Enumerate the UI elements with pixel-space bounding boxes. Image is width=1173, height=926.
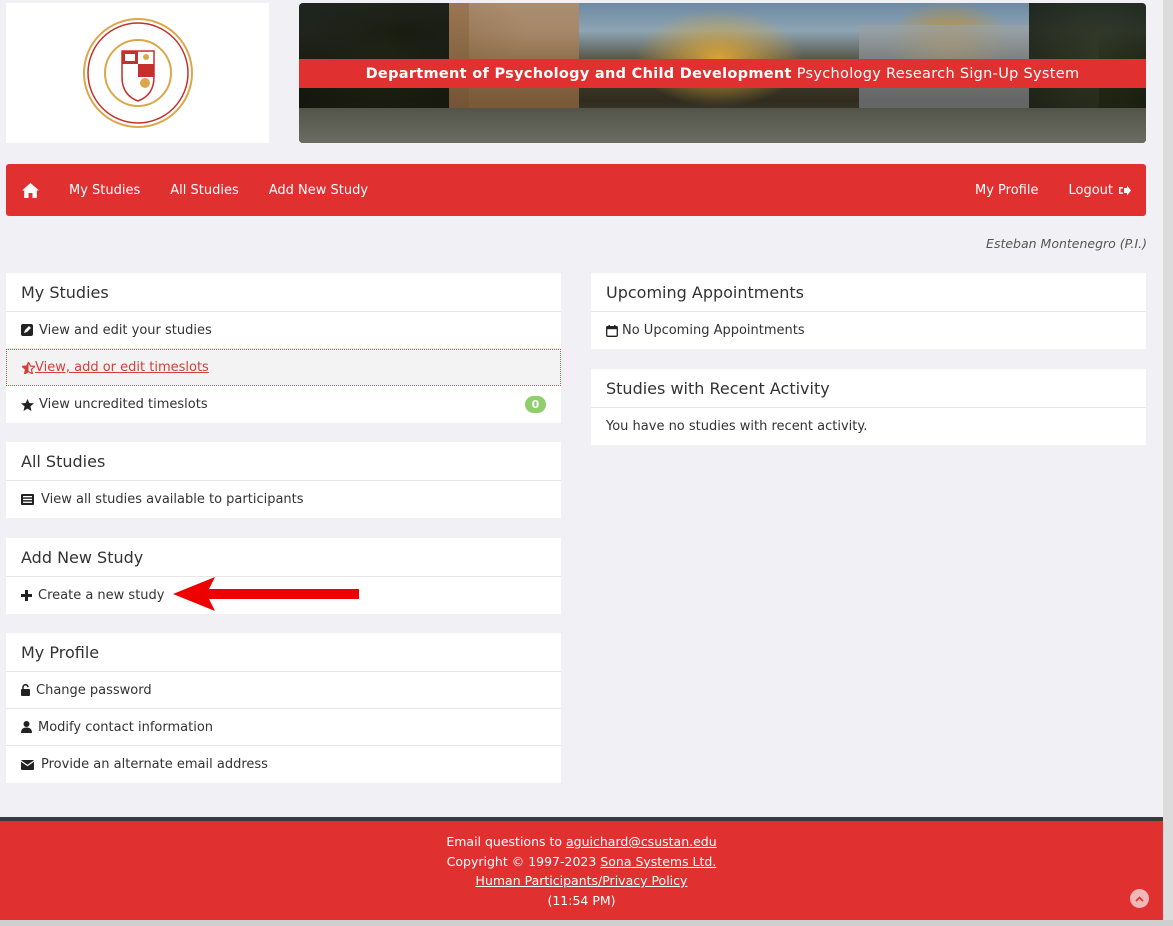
home-icon xyxy=(21,182,39,198)
recent-activity-row: You have no studies with recent activity… xyxy=(591,408,1146,445)
scrollbar-track[interactable] xyxy=(1163,0,1173,926)
create-new-study-label: Create a new study xyxy=(38,588,165,603)
upcoming-appointments-row: No Upcoming Appointments xyxy=(591,312,1146,349)
alternate-email-link[interactable]: Provide an alternate email address xyxy=(6,746,561,783)
all-studies-title: All Studies xyxy=(6,442,561,481)
my-studies-title: My Studies xyxy=(6,273,561,312)
nav-logout[interactable]: Logout xyxy=(1053,164,1146,216)
envelope-icon xyxy=(21,759,41,770)
no-upcoming-appointments-label: No Upcoming Appointments xyxy=(622,323,805,338)
modify-contact-info-link[interactable]: Modify contact information xyxy=(6,709,561,746)
change-password-link[interactable]: Change password xyxy=(6,672,561,709)
recent-activity-title: Studies with Recent Activity xyxy=(591,369,1146,408)
view-uncredited-timeslots-link[interactable]: View uncredited timeslots 0 xyxy=(6,386,561,423)
back-to-top-button[interactable] xyxy=(1130,889,1149,908)
campus-banner: Department of Psychology and Child Devel… xyxy=(299,3,1146,143)
upcoming-appointments-panel: Upcoming Appointments No Upcoming Appoin… xyxy=(591,273,1146,349)
footer-company-link[interactable]: Sona Systems Ltd. xyxy=(600,854,716,869)
nav-all-studies[interactable]: All Studies xyxy=(155,164,253,216)
footer-email-prefix: Email questions to xyxy=(446,834,567,849)
my-studies-panel: My Studies View and edit your studies Vi… xyxy=(6,273,561,423)
no-recent-activity-label: You have no studies with recent activity… xyxy=(606,419,868,434)
change-password-label: Change password xyxy=(36,682,152,698)
half-star-icon xyxy=(22,361,35,374)
my-profile-title: My Profile xyxy=(6,633,561,672)
university-logo-box xyxy=(6,3,269,143)
view-edit-studies-link[interactable]: View and edit your studies xyxy=(6,312,561,349)
edit-icon xyxy=(21,324,39,336)
view-uncredited-timeslots-label: View uncredited timeslots xyxy=(39,397,208,412)
list-icon xyxy=(21,494,41,505)
footer-email-link[interactable]: aguichard@csustan.edu xyxy=(566,834,717,849)
upcoming-appointments-title: Upcoming Appointments xyxy=(591,273,1146,312)
main-navbar: My Studies All Studies Add New Study My … xyxy=(6,164,1146,216)
banner-system-name: Psychology Research Sign-Up System xyxy=(796,65,1080,82)
star-icon xyxy=(21,398,39,411)
footer-copyright-prefix: Copyright © 1997-2023 xyxy=(446,853,601,869)
plus-icon xyxy=(21,590,38,601)
nav-my-studies[interactable]: My Studies xyxy=(54,164,155,216)
footer-time: (11:54 PM) xyxy=(547,892,616,908)
logout-icon xyxy=(1119,185,1131,195)
add-new-study-title: Add New Study xyxy=(6,538,561,577)
banner-title-bar: Department of Psychology and Child Devel… xyxy=(299,59,1146,88)
chevron-up-icon xyxy=(1135,895,1144,902)
lock-icon xyxy=(21,684,36,696)
logout-label: Logout xyxy=(1068,182,1113,198)
user-icon xyxy=(21,721,38,733)
nav-add-new-study[interactable]: Add New Study xyxy=(254,164,383,216)
home-button[interactable] xyxy=(6,164,54,216)
view-all-studies-link[interactable]: View all studies available to participan… xyxy=(6,481,561,518)
alternate-email-label: Provide an alternate email address xyxy=(41,757,268,772)
pointer-arrow-annotation xyxy=(173,577,359,611)
my-profile-panel: My Profile Change password Modify contac… xyxy=(6,633,561,783)
recent-activity-panel: Studies with Recent Activity You have no… xyxy=(591,369,1146,445)
uncredited-count-badge: 0 xyxy=(525,396,546,413)
footer-email-line: Email questions to aguichard@csustan.edu xyxy=(0,832,1163,852)
view-edit-studies-label: View and edit your studies xyxy=(39,322,212,338)
logged-in-user: Esteban Montenegro (P.I.) xyxy=(986,236,1147,251)
footer-copyright-line: Copyright © 1997-2023 Sona Systems Ltd. xyxy=(0,852,1163,872)
view-add-edit-timeslots-link[interactable]: View, add or edit timeslots xyxy=(6,349,561,386)
view-all-studies-label: View all studies available to participan… xyxy=(41,492,304,507)
nav-my-profile[interactable]: My Profile xyxy=(960,164,1053,216)
university-seal-logo xyxy=(82,18,193,128)
modify-contact-info-label: Modify contact information xyxy=(38,719,214,735)
footer-privacy-link[interactable]: Human Participants/Privacy Policy xyxy=(476,873,688,888)
all-studies-panel: All Studies View all studies available t… xyxy=(6,442,561,518)
page-footer: Email questions to aguichard@csustan.edu… xyxy=(0,817,1163,920)
view-add-edit-timeslots-label: View, add or edit timeslots xyxy=(35,360,209,375)
banner-department: Department of Psychology and Child Devel… xyxy=(365,65,792,82)
calendar-icon xyxy=(606,324,622,337)
